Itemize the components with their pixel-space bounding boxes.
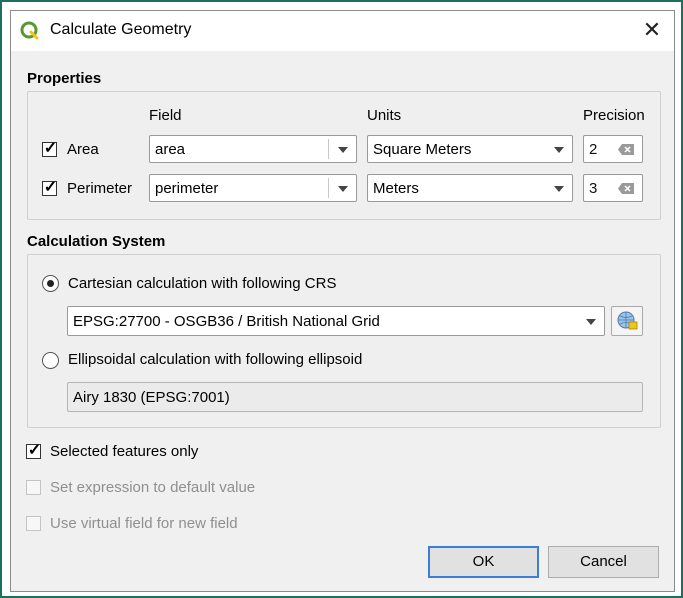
clear-icon[interactable] [618,183,634,194]
crs-select-button[interactable] [611,306,643,336]
cartesian-label: Cartesian calculation with following CRS [68,275,337,292]
area-precision-value: 2 [589,141,598,158]
qgis-logo-icon [20,21,39,40]
ellipsoid-value: Airy 1830 (EPSG:7001) [73,389,230,406]
checkmark-icon: ✓ [27,442,42,459]
properties-group: Field Units Precision ✓ Area area Square… [27,91,661,220]
selected-features-checkbox[interactable]: ✓ [26,442,42,459]
selected-features-label: Selected features only [50,443,199,460]
default-value-checkbox[interactable] [26,480,41,495]
ok-button[interactable]: OK [428,546,539,578]
calc-system-section-title: Calculation System [27,233,166,250]
perimeter-units-combo[interactable]: Meters [367,174,573,202]
radio-selected-dot [47,280,54,287]
checkmark-icon: ✓ [43,140,58,157]
area-field-value: area [155,141,186,158]
crs-value: EPSG:27700 - OSGB36 / British National G… [73,313,380,330]
perimeter-units-value: Meters [373,180,419,197]
perimeter-field-value: perimeter [155,180,219,197]
units-column-header: Units [367,107,402,124]
virtual-field-checkbox[interactable] [26,516,41,531]
checkmark-icon: ✓ [43,179,58,196]
close-icon: ✕ [642,17,662,42]
window-title: Calculate Geometry [50,21,192,38]
precision-column-header: Precision [583,107,645,124]
perimeter-checkbox[interactable]: ✓ [42,179,58,196]
chevron-down-icon[interactable] [338,186,348,192]
chevron-down-icon[interactable] [338,147,348,153]
area-precision-spinbox[interactable]: 2 [583,135,643,163]
ellipsoid-field[interactable]: Airy 1830 (EPSG:7001) [67,382,643,412]
globe-crs-icon [617,311,638,330]
properties-section-title: Properties [27,70,102,87]
perimeter-precision-spinbox[interactable]: 3 [583,174,643,202]
virtual-field-label: Use virtual field for new field [50,515,238,532]
title-bar: Calculate Geometry ✕ [11,11,674,51]
field-column-header: Field [149,107,182,124]
perimeter-label: Perimeter [67,180,133,197]
ellipsoidal-radio[interactable] [42,352,59,369]
area-units-combo[interactable]: Square Meters [367,135,573,163]
combo-divider [328,139,329,159]
area-units-value: Square Meters [373,141,472,158]
ellipsoidal-label: Ellipsoidal calculation with following e… [68,351,363,368]
chevron-down-icon[interactable] [554,147,564,153]
chevron-down-icon[interactable] [586,319,596,325]
perimeter-field-combo[interactable]: perimeter [149,174,357,202]
combo-divider [328,178,329,198]
cancel-button[interactable]: Cancel [548,546,659,578]
area-field-combo[interactable]: area [149,135,357,163]
clear-icon[interactable] [618,144,634,155]
chevron-down-icon[interactable] [554,186,564,192]
default-value-label: Set expression to default value [50,479,256,496]
calc-system-group: Cartesian calculation with following CRS… [27,254,661,428]
area-label: Area [67,141,99,158]
area-checkbox[interactable]: ✓ [42,140,58,157]
calculate-geometry-dialog: Calculate Geometry ✕ Properties Field Un… [10,10,675,592]
perimeter-precision-value: 3 [589,180,598,197]
close-button[interactable]: ✕ [638,17,666,45]
cartesian-radio[interactable] [42,275,59,292]
crs-combo[interactable]: EPSG:27700 - OSGB36 / British National G… [67,306,605,336]
